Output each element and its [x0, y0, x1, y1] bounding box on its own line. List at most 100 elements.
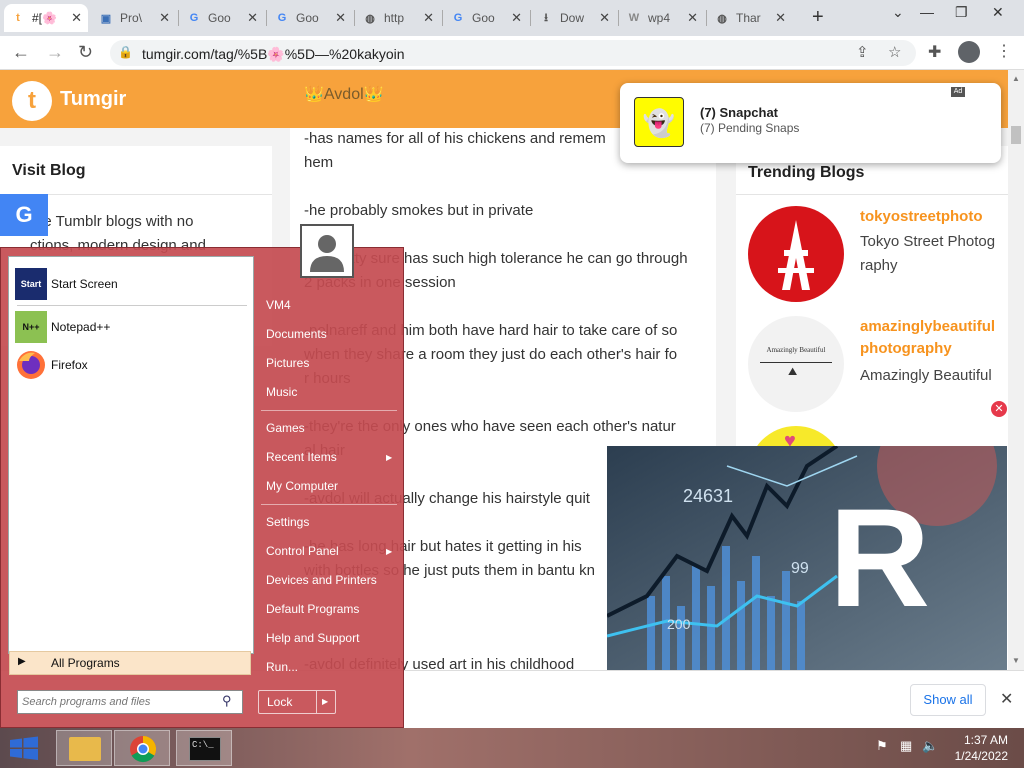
taskbar-command-prompt[interactable]: C:\_	[176, 730, 232, 766]
extensions-icon[interactable]: ✚	[928, 42, 941, 62]
close-tab-icon[interactable]: ✕	[775, 10, 786, 26]
back-icon[interactable]: ←	[12, 42, 30, 63]
trending-blog-item[interactable]: Amazingly Beautiful ⛰ amazinglybeautiful…	[748, 316, 1008, 416]
start-menu-link[interactable]: My Computer	[266, 479, 338, 493]
start-menu-programs-pane: Start Start Screen N++ Notepad++ Firefox	[8, 256, 254, 654]
start-menu-link[interactable]: Games	[266, 421, 305, 435]
start-screen-item[interactable]: Start Start Screen	[15, 267, 249, 301]
start-menu-link[interactable]: Documents	[266, 327, 327, 341]
all-programs-button[interactable]: ▶ All Programs	[9, 651, 251, 675]
bookmark-star-icon[interactable]: ☆	[888, 43, 901, 61]
blog-name[interactable]: tokyostreetphoto	[860, 206, 1000, 228]
network-icon[interactable]: ▦	[900, 738, 912, 754]
start-menu-link[interactable]: Settings	[266, 515, 309, 529]
page-scrollbar[interactable]: ▲ ▼	[1008, 70, 1024, 670]
forward-icon[interactable]: →	[46, 42, 64, 63]
close-tab-icon[interactable]: ✕	[335, 10, 346, 26]
close-ad-icon[interactable]: ✕	[991, 401, 1007, 417]
notepad-plus-plus-item[interactable]: N++ Notepad++	[15, 310, 249, 344]
site-logo[interactable]: t	[12, 81, 52, 121]
screen: { "browser": { "tabs": [ {"favicon": "t"…	[0, 0, 1024, 768]
browser-tab[interactable]: ◍ http ✕	[356, 4, 440, 32]
restore-icon[interactable]: ❐	[955, 4, 968, 21]
browser-menu-icon[interactable]: ⋮	[996, 41, 1012, 61]
start-button[interactable]	[0, 728, 48, 768]
clock-date: 1/24/2022	[954, 749, 1008, 763]
submenu-arrow-icon[interactable]: ▶	[386, 547, 392, 556]
google-translate-icon[interactable]: G	[0, 194, 48, 236]
browser-tab[interactable]: Wwp4 ✕	[620, 4, 704, 32]
start-menu-link[interactable]: Help and Support	[266, 631, 359, 645]
tab-search-icon[interactable]: ⌄	[892, 4, 904, 21]
scrollbar-thumb[interactable]	[1011, 126, 1021, 144]
taskbar-chrome[interactable]	[114, 730, 170, 766]
taskbar-file-explorer[interactable]	[56, 730, 112, 766]
close-tab-icon[interactable]: ✕	[159, 10, 170, 26]
divider	[17, 305, 247, 306]
video-ad[interactable]: 24631 99 200 R	[607, 446, 1007, 670]
blog-avatar[interactable]	[748, 206, 844, 302]
volume-muted-icon[interactable]: 🔈	[922, 738, 938, 754]
chrome-icon	[130, 735, 157, 763]
start-menu-link[interactable]: VM4	[266, 298, 291, 312]
browser-tab[interactable]: ◍ Thar ✕	[708, 4, 792, 32]
close-tab-icon[interactable]: ✕	[511, 10, 522, 26]
user-account-picture[interactable]	[300, 224, 354, 278]
lock-options-arrow-icon[interactable]: ▶	[322, 697, 328, 706]
close-tab-icon[interactable]: ✕	[599, 10, 610, 26]
address-bar[interactable]: 🔒 tumgir.com/tag/%5B🌸%5D—%20kakyoin ⇪ ☆	[110, 40, 916, 66]
blog-name[interactable]: amazinglybeautifulphotography	[860, 316, 1000, 360]
start-menu-link[interactable]: Pictures	[266, 356, 309, 370]
url-text[interactable]: tumgir.com/tag/%5B🌸%5D—%20kakyoin	[142, 46, 405, 63]
post-blog-name[interactable]: 👑Avdol👑	[304, 84, 384, 104]
close-window-icon[interactable]: ✕	[992, 4, 1004, 21]
scroll-up-icon[interactable]: ▲	[1012, 74, 1020, 83]
start-menu-link[interactable]: Devices and Printers	[266, 573, 377, 587]
browser-tab[interactable]: G Goo ✕	[180, 4, 264, 32]
snapchat-ghost-icon[interactable]: 👻	[634, 97, 684, 147]
close-download-bar-icon[interactable]: ✕	[1000, 689, 1013, 709]
popup-title[interactable]: (7) Snapchat	[700, 105, 778, 120]
start-menu-link[interactable]: Default Programs	[266, 602, 359, 616]
tab-separator	[266, 10, 267, 26]
close-tab-icon[interactable]: ✕	[71, 10, 82, 26]
browser-tab[interactable]: G Goo ✕	[444, 4, 528, 32]
minimize-icon[interactable]: —	[920, 4, 934, 20]
firefox-item[interactable]: Firefox	[15, 348, 249, 382]
new-tab-button[interactable]: +	[812, 6, 824, 29]
lock-button[interactable]: Lock ▶	[258, 690, 336, 714]
start-search-box[interactable]: ⚲	[17, 690, 243, 714]
taskbar-clock[interactable]: 1:37 AM 1/24/2022	[944, 732, 1008, 764]
search-icon[interactable]: ⚲	[222, 693, 232, 709]
start-menu-link[interactable]: Control Panel	[266, 544, 339, 558]
lock-icon[interactable]: 🔒	[118, 45, 133, 59]
browser-tab[interactable]: G Goo ✕	[268, 4, 352, 32]
browser-tab[interactable]: ▣ Pro\ ✕	[92, 4, 176, 32]
blog-description: Tokyo Street Photography	[860, 233, 996, 274]
scroll-down-icon[interactable]: ▼	[1012, 656, 1020, 665]
site-brand[interactable]: Tumgir	[60, 88, 126, 111]
browser-tab[interactable]: t #[🌸 ✕	[4, 4, 88, 32]
profile-avatar-icon[interactable]	[958, 41, 980, 63]
show-all-downloads-button[interactable]: Show all	[910, 684, 986, 716]
browser-tab[interactable]: ⭳ Dow ✕	[532, 4, 616, 32]
close-tab-icon[interactable]: ✕	[423, 10, 434, 26]
start-menu-link[interactable]: Recent Items	[266, 450, 337, 464]
popup-subtitle[interactable]: (7) Pending Snaps	[700, 121, 799, 135]
start-menu-link[interactable]: Music	[266, 385, 297, 399]
blog-avatar[interactable]: Amazingly Beautiful ⛰	[748, 316, 844, 412]
start-menu-link[interactable]: Run...	[266, 660, 298, 674]
close-tab-icon[interactable]: ✕	[247, 10, 258, 26]
program-label: Start Screen	[51, 277, 118, 291]
reload-icon[interactable]: ↻	[78, 42, 93, 63]
tab-favicon-icon: ◍	[365, 12, 375, 25]
close-tab-icon[interactable]: ✕	[687, 10, 698, 26]
snapchat-ad-popup[interactable]: 👻 (7) Snapchat (7) Pending Snaps Ad	[620, 83, 1001, 163]
trending-blog-item[interactable]: tokyostreetphoto Tokyo Street Photograph…	[748, 206, 1008, 306]
start-search-input[interactable]	[22, 693, 218, 711]
submenu-arrow-icon[interactable]: ▶	[386, 453, 392, 462]
divider	[261, 410, 397, 411]
flag-icon[interactable]: ⚑	[876, 738, 888, 754]
share-icon[interactable]: ⇪	[856, 43, 869, 61]
tokyo-tower-icon	[778, 220, 814, 290]
